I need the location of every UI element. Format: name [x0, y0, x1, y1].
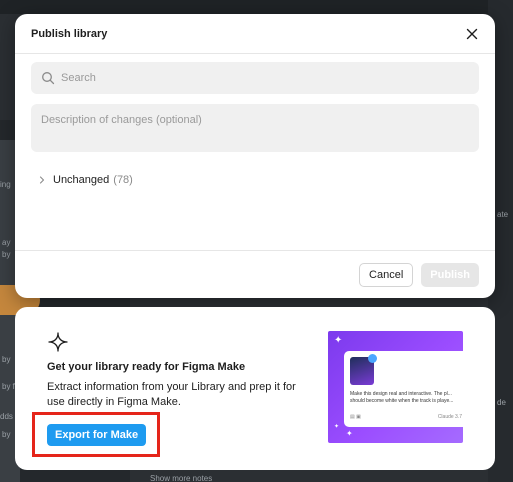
cancel-button[interactable]: Cancel [359, 262, 414, 287]
preview-footer: ▤ ▣ Claude 3.7 [350, 414, 462, 420]
figma-make-preview-image: ✦ ✦ ✦ Make this design real and interact… [328, 331, 463, 443]
background-text: by [2, 250, 11, 259]
description-field[interactable] [31, 104, 479, 152]
close-button[interactable] [463, 25, 481, 43]
sparkle-icon: ✦ [334, 335, 343, 346]
unchanged-group-toggle[interactable]: Unchanged (78) [37, 174, 133, 186]
background-toolbar [0, 0, 513, 14]
background-text: dds [0, 412, 13, 421]
preview-model-label: Claude 3.7 [437, 414, 462, 420]
publish-library-modal: Publish library Unchanged (78) Cancel Pu… [15, 14, 495, 298]
preview-badge-icon [368, 354, 377, 363]
background-text: de [497, 398, 506, 407]
figma-make-promo-card: Get your library ready for Figma Make Ex… [15, 307, 495, 470]
background-text: ay [2, 238, 11, 247]
sparkle-icon: ✦ [334, 424, 340, 430]
preview-thumbnail [350, 354, 377, 385]
promo-description: Extract information from your Library an… [47, 381, 296, 408]
modal-header: Publish library [15, 14, 495, 54]
background-text: Show more notes [150, 474, 213, 482]
close-icon [466, 28, 478, 39]
export-for-make-button[interactable]: Export for Make [47, 424, 147, 446]
preview-attach-icon: ▤ ▣ [350, 414, 361, 420]
background-text: ing [0, 180, 11, 189]
background-text: ate [497, 210, 509, 219]
search-input[interactable] [61, 72, 441, 84]
preview-prompt-card: Make this design real and interactive. T… [344, 351, 463, 427]
unchanged-count: (78) [113, 174, 133, 186]
search-icon [42, 72, 55, 85]
sparkle-icon: ✦ [346, 429, 353, 438]
background-text: by [2, 430, 11, 439]
figma-make-icon [48, 332, 68, 352]
background-text: by [2, 355, 11, 364]
publish-button[interactable]: Publish [421, 262, 479, 287]
promo-title: Get your library ready for Figma Make [47, 361, 246, 373]
search-field[interactable] [31, 62, 479, 94]
chevron-right-icon [39, 176, 45, 184]
modal-footer: Cancel Publish [15, 250, 495, 298]
modal-title: Publish library [31, 27, 108, 40]
description-input[interactable] [41, 114, 469, 142]
unchanged-label: Unchanged [53, 174, 110, 186]
preview-prompt-text: Make this design real and interactive. T… [350, 391, 454, 404]
